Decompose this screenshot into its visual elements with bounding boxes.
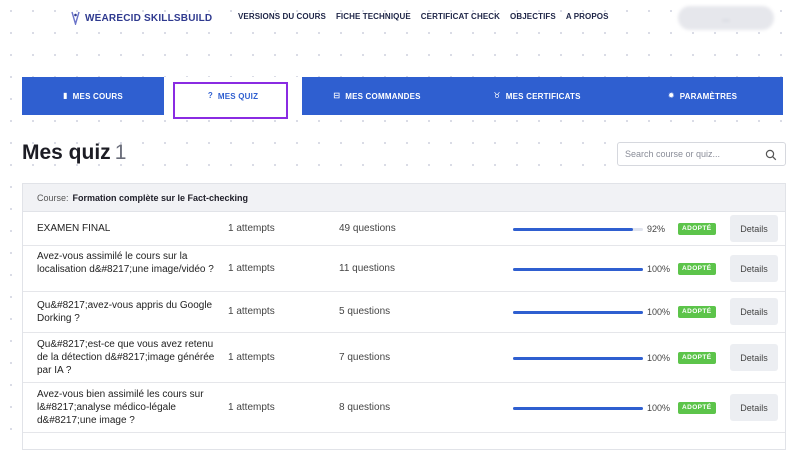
progress-percent: 100%	[647, 264, 671, 274]
account-label: ...	[722, 13, 730, 23]
quiz-name: EXAMEN FINAL	[37, 223, 111, 234]
progress-fill	[513, 407, 643, 410]
status-badge: ADOPTÉ	[678, 263, 716, 275]
top-header: WEARECID SKILLSBUILD VERSIONS DU COURS F…	[0, 0, 800, 40]
course-name: Formation complète sur le Fact-checking	[72, 192, 249, 203]
table-row: EXAMEN FINAL 1 attempts 49 questions 92%…	[23, 212, 785, 246]
tab-mes-certificats[interactable]: ♉ MES CERTIFICATS	[452, 77, 622, 115]
page-title: Mes quiz 1	[22, 141, 126, 165]
account-menu-button[interactable]: ...	[678, 6, 774, 30]
tab-label: MES QUIZ	[217, 91, 259, 101]
progress-percent: 100%	[647, 307, 671, 317]
details-button[interactable]: Details	[730, 394, 778, 421]
quiz-questions: 8 questions	[339, 402, 391, 413]
course-header-row: Course: Formation complète sur le Fact-c…	[23, 184, 785, 212]
brand-logo[interactable]: WEARECID SKILLSBUILD	[70, 9, 212, 27]
tab-parametres[interactable]: ✹ PARAMÈTRES	[622, 77, 783, 115]
quiz-questions: 11 questions	[339, 263, 395, 274]
progress-percent: 100%	[647, 403, 671, 413]
quiz-table: Course: Formation complète sur le Fact-c…	[22, 183, 786, 450]
status-badge: ADOPTÉ	[678, 223, 716, 235]
details-button[interactable]: Details	[730, 298, 778, 325]
quiz-name: Qu&#8217;avez-vous appris du Google Dork…	[37, 300, 213, 324]
quiz-name: Qu&#8217;est-ce que vous avez retenu de …	[37, 339, 215, 376]
progress-fill	[513, 311, 643, 314]
quiz-questions: 7 questions	[339, 352, 391, 363]
tab-label: MES CERTIFICATS	[505, 91, 581, 101]
quiz-attempts: 1 attempts	[228, 306, 275, 317]
progress-fill	[513, 357, 643, 360]
quiz-count: 1	[114, 141, 127, 164]
status-badge: ADOPTÉ	[678, 352, 716, 364]
progress-bar	[513, 311, 643, 314]
details-button[interactable]: Details	[730, 215, 778, 242]
table-row: Qu&#8217;avez-vous appris du Google Dork…	[23, 292, 785, 333]
quiz-name: Avez-vous bien assimilé les cours sur l&…	[37, 389, 204, 426]
details-button[interactable]: Details	[730, 255, 778, 282]
quiz-questions: 49 questions	[339, 223, 396, 234]
gear-icon: ✹	[667, 91, 675, 100]
progress-fill	[513, 268, 643, 271]
logo-suffix: SKILLSBUILD	[144, 12, 213, 24]
book-icon: ▮	[63, 91, 68, 100]
nav-objectifs[interactable]: OBJECTIFS	[510, 12, 556, 21]
nav-a-propos[interactable]: A PROPOS	[566, 12, 609, 21]
quiz-attempts: 1 attempts	[228, 402, 275, 413]
table-row: Avez-vous bien assimilé les cours sur l&…	[23, 383, 785, 433]
details-button[interactable]: Details	[730, 344, 778, 371]
table-row: Avez-vous assimilé le cours sur la local…	[23, 246, 785, 292]
progress-percent: 92%	[647, 224, 666, 234]
progress-bar	[513, 268, 643, 271]
page-title-text: Mes quiz	[22, 141, 111, 164]
status-badge: ADOPTÉ	[678, 306, 716, 318]
tab-label: MES COURS	[72, 91, 123, 101]
tab-mes-cours[interactable]: ▮ MES COURS	[22, 77, 164, 115]
tab-label: PARAMÈTRES	[679, 91, 738, 101]
quiz-attempts: 1 attempts	[228, 223, 275, 234]
tab-mes-commandes[interactable]: ⊟ MES COMMANDES	[302, 77, 452, 115]
question-icon: ?	[207, 91, 213, 100]
logo-prefix: WEARECID	[85, 12, 142, 24]
nav-versions-du-cours[interactable]: VERSIONS DU COURS	[238, 12, 326, 21]
status-badge: ADOPTÉ	[678, 402, 716, 414]
main-nav: VERSIONS DU COURS FICHE TECHNIQUE CERTIF…	[238, 12, 609, 21]
quiz-attempts: 1 attempts	[228, 263, 275, 274]
progress-bar	[513, 407, 643, 410]
award-icon: ♉	[493, 91, 501, 100]
quiz-questions: 5 questions	[339, 306, 391, 317]
tab-label: MES COMMANDES	[345, 91, 421, 101]
progress-bar	[513, 228, 643, 231]
table-row: Qu&#8217;est-ce que vous avez retenu de …	[23, 333, 785, 383]
course-label: Course:	[37, 192, 69, 203]
dashboard-tabs: ▮ MES COURS ? MES QUIZ ⊟ MES COMMANDES ♉…	[22, 77, 783, 115]
progress-percent: 100%	[647, 353, 671, 363]
tab-mes-quiz[interactable]: ? MES QUIZ	[164, 77, 302, 115]
progress-bar	[513, 357, 643, 360]
basket-icon: ⊟	[333, 91, 341, 100]
search-icon[interactable]	[765, 148, 777, 166]
nav-fiche-technique[interactable]: FICHE TECHNIQUE	[336, 12, 411, 21]
search-box	[617, 142, 786, 166]
progress-fill	[513, 228, 633, 231]
logo-text: WEARECID SKILLSBUILD	[85, 13, 212, 24]
logo-mark-icon	[70, 11, 81, 25]
quiz-attempts: 1 attempts	[228, 352, 275, 363]
nav-certificat-check[interactable]: CERTIFICAT CHECK	[421, 12, 500, 21]
quiz-name: Avez-vous assimilé le cours sur la local…	[37, 251, 214, 275]
search-input[interactable]	[625, 149, 765, 159]
